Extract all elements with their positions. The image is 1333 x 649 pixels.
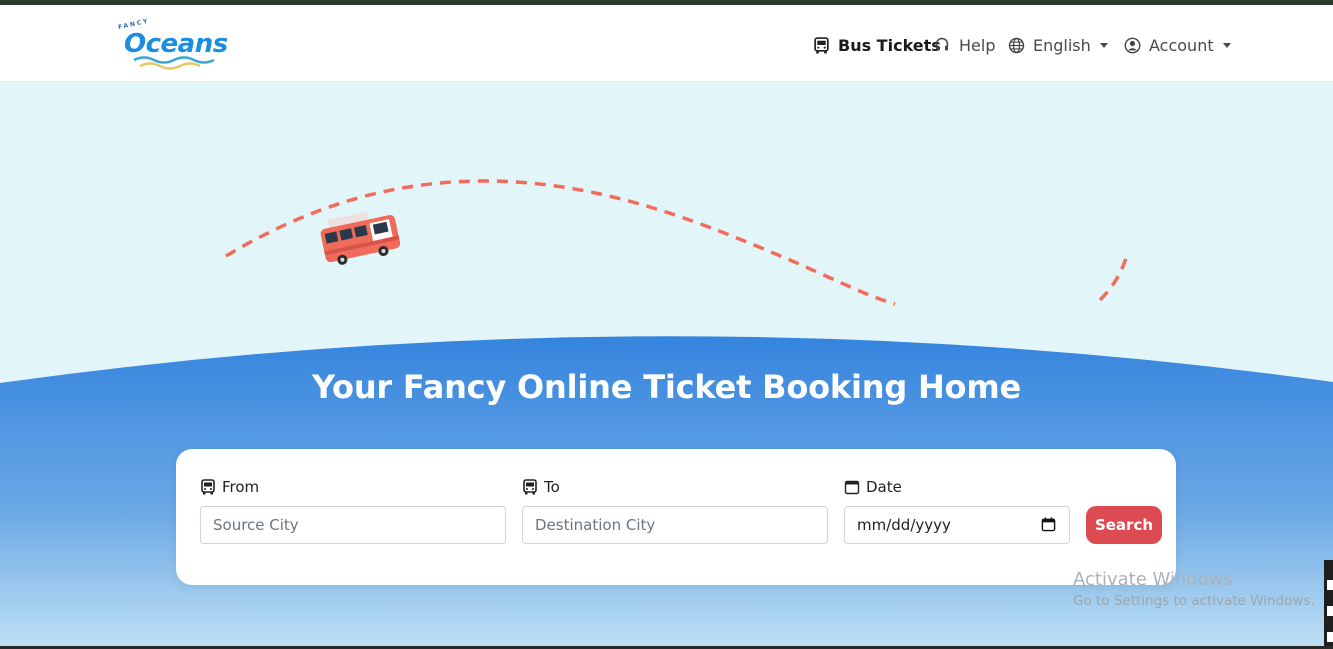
search-button[interactable]: Search [1086, 506, 1162, 544]
page-title: Your Fancy Online Ticket Booking Home [312, 368, 1021, 406]
nav-help-label: Help [959, 35, 996, 55]
watermark-subtitle: Go to Settings to activate Windows. [1073, 593, 1315, 609]
from-label: From [200, 477, 259, 497]
taskbar-icon [1327, 632, 1333, 642]
watermark-title: Activate Windows [1073, 569, 1233, 590]
to-label: To [522, 477, 560, 497]
chevron-down-icon [1099, 42, 1108, 48]
wave-icon [133, 56, 215, 70]
nav-language-label: English [1033, 35, 1091, 55]
logo[interactable]: FANCY Oceans [118, 15, 228, 73]
nav-help[interactable]: Help [933, 33, 995, 57]
date-label: Date [844, 477, 902, 497]
headset-icon [933, 36, 951, 54]
destination-city-input[interactable] [522, 506, 828, 544]
user-circle-icon [1123, 36, 1141, 54]
bus-illustration [320, 211, 401, 265]
date-label-text: Date [866, 478, 902, 496]
bus-icon [812, 36, 830, 54]
search-card: From To Date mm/dd/yyyy Search [176, 449, 1176, 585]
globe-icon [1007, 36, 1025, 54]
nav-bus-tickets[interactable]: Bus Tickets [812, 33, 941, 57]
date-input-value: mm/dd/yyyy [857, 516, 951, 534]
navbar: FANCY Oceans Bus Tickets Help English Ac… [0, 5, 1333, 82]
nav-bus-tickets-label: Bus Tickets [838, 35, 941, 55]
nav-account-label: Account [1149, 35, 1214, 55]
chevron-down-icon [1222, 42, 1231, 48]
dashed-route-path-end [1098, 257, 1128, 302]
taskbar-icon [1327, 580, 1333, 590]
nav-language-dropdown[interactable]: English [1007, 33, 1108, 57]
from-label-text: From [222, 478, 260, 496]
source-city-input[interactable] [200, 506, 506, 544]
windows-activation-watermark: Activate Windows Go to Settings to activ… [1073, 569, 1315, 609]
taskbar-edge [1324, 560, 1333, 649]
nav-account-dropdown[interactable]: Account [1123, 33, 1231, 57]
taskbar-icon [1327, 606, 1333, 616]
calendar-icon [844, 479, 860, 495]
date-input[interactable]: mm/dd/yyyy [844, 506, 1070, 544]
to-label-text: To [544, 478, 560, 496]
calendar-icon[interactable] [1041, 517, 1057, 533]
bus-icon [200, 479, 216, 495]
bus-icon [522, 479, 538, 495]
